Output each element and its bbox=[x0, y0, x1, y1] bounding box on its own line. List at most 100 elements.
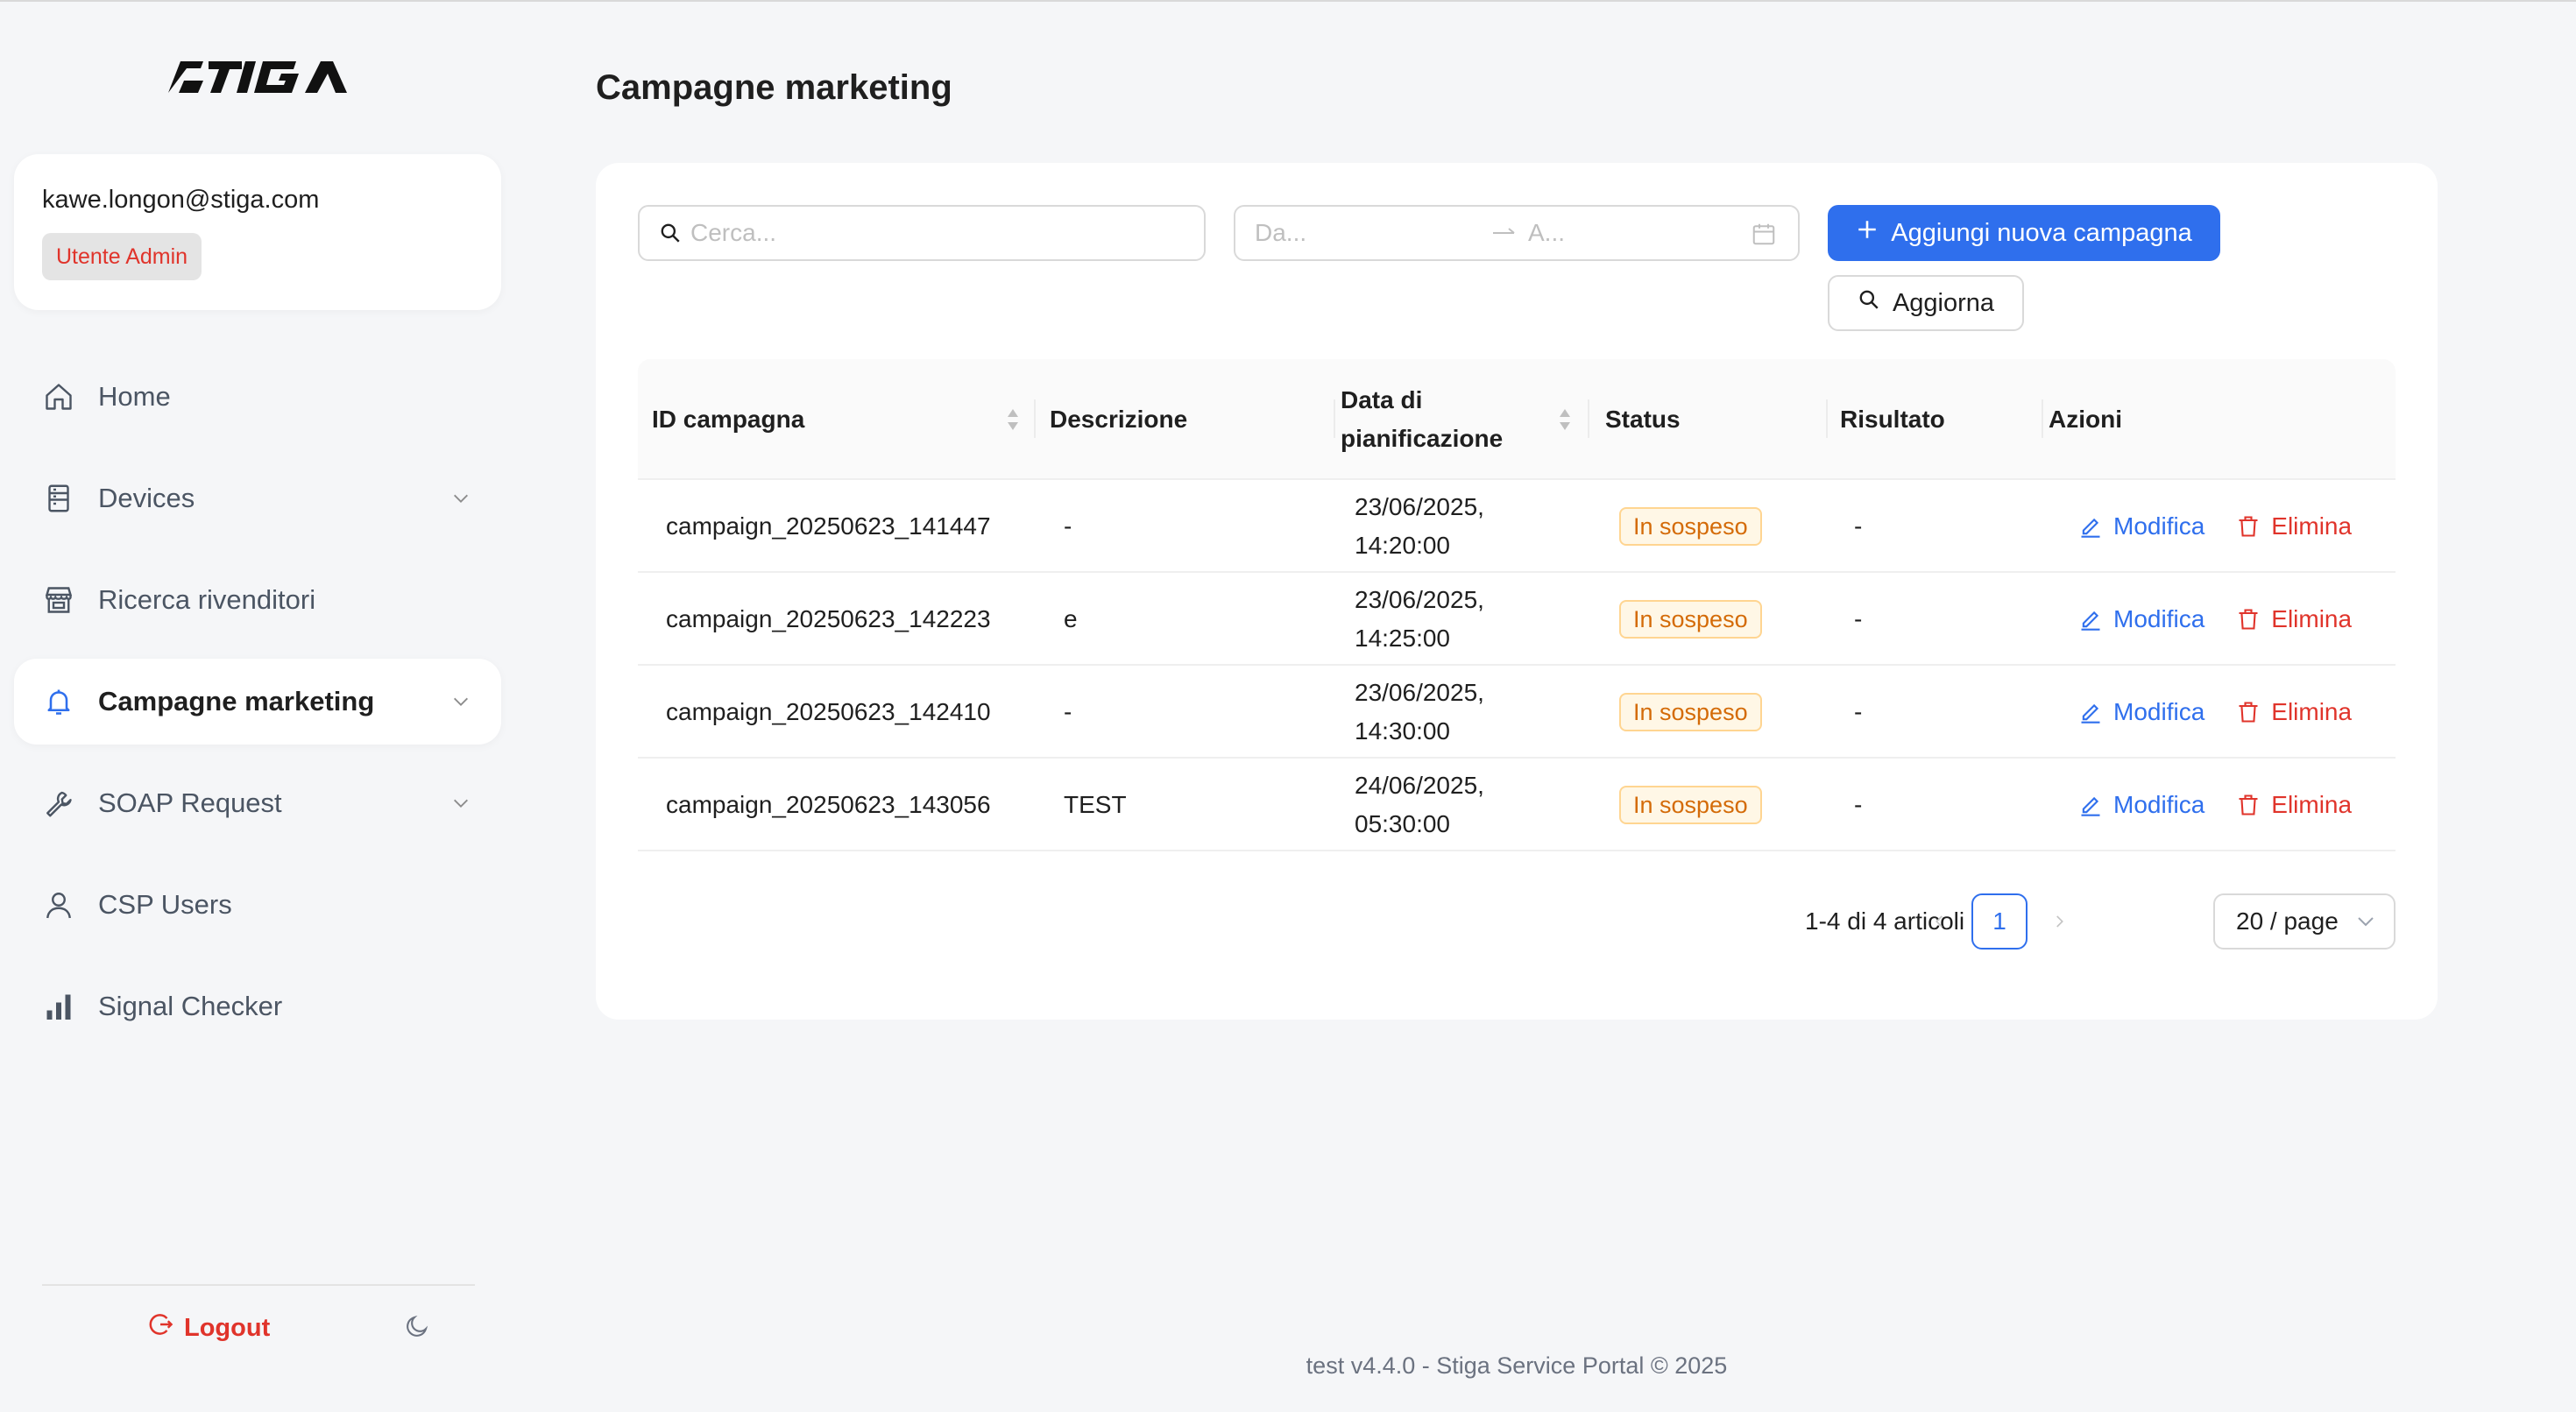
trash-icon bbox=[2239, 702, 2258, 723]
cell-description: e bbox=[1064, 605, 1078, 632]
column-header-label: Data di pianificazione bbox=[1341, 381, 1503, 458]
cell-actions: Modifica Elimina bbox=[2078, 573, 2352, 666]
cell-result: - bbox=[1854, 605, 1863, 632]
sidebar-divider bbox=[42, 1284, 475, 1286]
date-from-input[interactable] bbox=[1255, 219, 1465, 247]
edit-label: Modifica bbox=[2113, 791, 2205, 818]
search-input[interactable] bbox=[690, 219, 1181, 247]
user-card: kawe.longon@stiga.com Utente Admin bbox=[14, 154, 501, 310]
column-separator bbox=[1334, 399, 1335, 438]
user-icon bbox=[42, 888, 75, 921]
delete-label: Elimina bbox=[2271, 605, 2353, 632]
cell-description: TEST bbox=[1064, 791, 1127, 818]
column-header-actions: Azioni bbox=[2049, 359, 2381, 480]
chevron-down-icon bbox=[2358, 917, 2374, 927]
edit-button[interactable]: Modifica bbox=[2078, 693, 2204, 731]
logout-label: Logout bbox=[184, 1313, 271, 1342]
edit-button[interactable]: Modifica bbox=[2078, 600, 2204, 639]
edit-button[interactable]: Modifica bbox=[2078, 786, 2204, 824]
delete-label: Elimina bbox=[2271, 791, 2353, 818]
pagination-page-button[interactable]: 1 bbox=[1971, 893, 2028, 950]
add-campaign-button[interactable]: Aggiungi nuova campagna bbox=[1828, 205, 2220, 261]
cell-date: 23/06/2025, bbox=[1355, 586, 1484, 613]
date-to-input[interactable] bbox=[1528, 219, 1738, 247]
sidebar-item-ricerca-rivenditori[interactable]: Ricerca rivenditori bbox=[14, 557, 501, 643]
table-row: campaign_20250623_143056 TEST 24/06/2025… bbox=[638, 759, 2396, 851]
delete-button[interactable]: Elimina bbox=[2236, 693, 2352, 731]
delete-button[interactable]: Elimina bbox=[2236, 600, 2352, 639]
cell-status: In sospeso bbox=[1619, 573, 1762, 666]
table-header: ID campagna Descrizione Data di pianific… bbox=[638, 359, 2396, 480]
column-header-label: Descrizione bbox=[1050, 406, 1188, 433]
trash-icon bbox=[2239, 794, 2258, 815]
table-row: campaign_20250623_142410 - 23/06/2025, 14… bbox=[638, 666, 2396, 759]
logout-button[interactable]: Logout bbox=[147, 1309, 270, 1347]
cell-description: - bbox=[1064, 698, 1072, 725]
cell-result: - bbox=[1854, 698, 1863, 725]
status-badge: In sospeso bbox=[1619, 600, 1762, 639]
logout-icon bbox=[147, 1311, 173, 1345]
edit-label: Modifica bbox=[2113, 698, 2205, 725]
sidebar-nav: Home Devices Ricerca rivenditori Campagn… bbox=[14, 354, 501, 1065]
theme-toggle[interactable] bbox=[400, 1310, 435, 1345]
sidebar-item-signal-checker[interactable]: Signal Checker bbox=[14, 964, 501, 1049]
stiga-logo[interactable] bbox=[165, 54, 350, 98]
trash-icon bbox=[2239, 516, 2258, 537]
cell-campaign-id: campaign_20250623_143056 bbox=[666, 791, 991, 818]
arrow-right-icon bbox=[1491, 226, 1518, 240]
column-header-date[interactable]: Data di pianificazione bbox=[1341, 359, 1589, 480]
add-campaign-label: Aggiungi nuova campagna bbox=[1891, 218, 2192, 247]
cell-scheduled-date: 23/06/2025, 14:25:00 bbox=[1355, 573, 1484, 666]
sort-icon bbox=[1008, 409, 1018, 430]
cell-campaign-id: campaign_20250623_142223 bbox=[666, 605, 991, 632]
chevron-down-icon bbox=[449, 791, 473, 815]
home-icon bbox=[42, 380, 75, 413]
sidebar-item-csp-users[interactable]: CSP Users bbox=[14, 862, 501, 948]
edit-icon bbox=[2081, 611, 2100, 631]
sidebar-item-label: Home bbox=[98, 381, 171, 412]
campaigns-table: ID campagna Descrizione Data di pianific… bbox=[638, 359, 2396, 851]
trash-icon bbox=[2239, 609, 2258, 630]
sidebar-item-devices[interactable]: Devices bbox=[14, 455, 501, 541]
sidebar-item-campagne-marketing[interactable]: Campagne marketing bbox=[14, 659, 501, 745]
sidebar-item-label: SOAP Request bbox=[98, 787, 282, 818]
moon-icon bbox=[404, 1313, 430, 1344]
user-role-badge: Utente Admin bbox=[42, 233, 202, 280]
sidebar-item-label: Devices bbox=[98, 483, 195, 513]
edit-button[interactable]: Modifica bbox=[2078, 507, 2204, 546]
table-row: campaign_20250623_141447 - 23/06/2025, 14… bbox=[638, 480, 2396, 573]
pagination-prev-button[interactable] bbox=[1921, 893, 1959, 950]
column-header-label: Risultato bbox=[1840, 406, 1945, 433]
delete-label: Elimina bbox=[2271, 512, 2353, 540]
pagination-next-button[interactable] bbox=[2040, 893, 2078, 950]
delete-button[interactable]: Elimina bbox=[2236, 786, 2352, 824]
column-header-id[interactable]: ID campagna bbox=[652, 359, 1036, 480]
column-header-label-line2: pianificazione bbox=[1341, 425, 1504, 452]
table-row: campaign_20250623_142223 e 23/06/2025, 14… bbox=[638, 573, 2396, 666]
cell-result: - bbox=[1854, 512, 1863, 540]
sidebar-item-label: CSP Users bbox=[98, 889, 232, 920]
cell-status: In sospeso bbox=[1619, 759, 1762, 851]
cell-time: 05:30:00 bbox=[1355, 810, 1450, 837]
sidebar-item-soap-request[interactable]: SOAP Request bbox=[14, 760, 501, 846]
footer: test v4.4.0 - Stiga Service Portal © 202… bbox=[1306, 1352, 1728, 1379]
sidebar-item-home[interactable]: Home bbox=[14, 354, 501, 440]
page-size-value: 20 / page bbox=[2236, 907, 2339, 935]
status-badge: In sospeso bbox=[1619, 693, 1762, 731]
sort-icon bbox=[1560, 409, 1570, 430]
edit-icon bbox=[2081, 518, 2100, 538]
cell-actions: Modifica Elimina bbox=[2078, 759, 2352, 851]
cell-scheduled-date: 24/06/2025, 05:30:00 bbox=[1355, 759, 1484, 851]
sidebar-item-label: Campagne marketing bbox=[98, 686, 375, 717]
edit-label: Modifica bbox=[2113, 512, 2205, 540]
cell-time: 14:20:00 bbox=[1355, 532, 1450, 559]
refresh-button[interactable]: Aggiorna bbox=[1828, 275, 2024, 331]
cell-time: 14:25:00 bbox=[1355, 625, 1450, 652]
delete-button[interactable]: Elimina bbox=[2236, 507, 2352, 546]
sidebar-item-label: Ricerca rivenditori bbox=[98, 584, 316, 615]
date-range-picker[interactable] bbox=[1234, 205, 1800, 261]
search-field[interactable] bbox=[638, 205, 1206, 261]
page-size-select[interactable]: 20 / page bbox=[2213, 893, 2396, 950]
edit-icon bbox=[2081, 796, 2100, 816]
calendar-icon bbox=[1751, 221, 1777, 247]
